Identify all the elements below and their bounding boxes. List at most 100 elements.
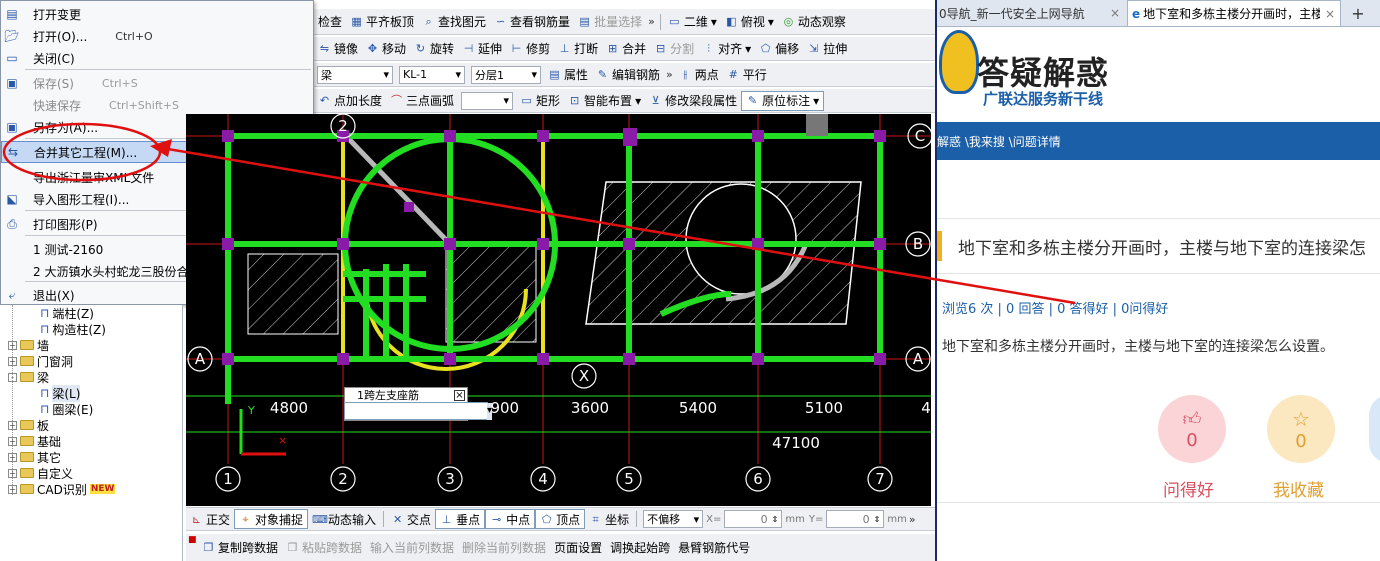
smart-layout-button[interactable]: ⊡ 智能布置 ▾ bbox=[564, 91, 645, 111]
tree-node[interactable]: + CAD识别 NEW bbox=[8, 481, 116, 497]
tree-node[interactable]: + 基础 bbox=[8, 433, 61, 449]
cantilever-code-button[interactable]: 悬臂钢筋代号 bbox=[674, 538, 754, 558]
close-icon[interactable]: ■ bbox=[188, 535, 197, 545]
view-mode-select[interactable]: ◧ 俯视 ▾ bbox=[721, 12, 778, 32]
span-value-input[interactable] bbox=[344, 402, 488, 420]
x-coordinate-input[interactable]: 0 ⇕ bbox=[724, 510, 783, 528]
swap-start-span-button[interactable]: 调换起始跨 bbox=[606, 538, 674, 558]
offset-select[interactable]: 不偏移 ▾ bbox=[643, 510, 704, 528]
chevron-down-icon: ▾ bbox=[745, 41, 752, 56]
find-element-button[interactable]: ⌕ 查找图元 bbox=[418, 12, 490, 32]
tree-node[interactable]: + 板 bbox=[8, 417, 49, 433]
copy-span-data-button[interactable]: ❐ 复制跨数据 bbox=[198, 538, 282, 558]
coordinate-snap[interactable]: ⌗ 坐标 bbox=[585, 509, 633, 529]
dynamic-input-toggle[interactable]: ⌨ 动态输入 bbox=[308, 509, 380, 529]
next-button-partial[interactable] bbox=[1369, 395, 1380, 463]
align-button[interactable]: ⫶ 对齐 ▾ bbox=[698, 39, 755, 59]
point-length-button[interactable]: ↶ 点加长度 bbox=[314, 91, 386, 111]
tree-node[interactable]: ⊓ 梁(L) bbox=[40, 384, 81, 402]
two-point-button[interactable]: ⫲ 两点 bbox=[675, 65, 723, 85]
edit-rebar-button[interactable]: ✎ 编辑钢筋 bbox=[592, 65, 664, 85]
ortho-toggle[interactable]: ⊾ 正交 bbox=[186, 509, 234, 529]
tree-node[interactable]: ⊓ 圈梁(E) bbox=[40, 401, 93, 417]
exit-icon: ⤶ bbox=[8, 287, 16, 302]
tree-node[interactable]: -梁 bbox=[8, 369, 49, 385]
chevron-down-icon[interactable]: ▾ bbox=[487, 403, 493, 420]
tree-node[interactable]: + 门窗洞 bbox=[8, 353, 73, 369]
three-point-arc-button[interactable]: ⌒ 三点画弧 bbox=[386, 91, 458, 111]
parallel-button[interactable]: # 平行 bbox=[723, 65, 771, 85]
arc-option-select[interactable]: ▾ bbox=[461, 91, 514, 110]
batch-select-button[interactable]: ▤ 批量选择 bbox=[574, 12, 646, 32]
logo-subtitle: 广联达服务新干线 bbox=[983, 90, 1104, 108]
tree-node[interactable]: ⊓ 构造柱(Z) bbox=[40, 321, 106, 337]
favorite-button[interactable]: ☆ 0 bbox=[1267, 395, 1335, 463]
dimension-label: 3600 bbox=[571, 399, 609, 417]
tree-node[interactable]: + 自定义 bbox=[8, 465, 73, 481]
stretch-button[interactable]: ⇲ 拉伸 bbox=[803, 39, 851, 59]
perpendicular-snap[interactable]: ⊥ 垂点 bbox=[435, 509, 486, 529]
like-button[interactable]: 👍︎ 0 bbox=[1158, 395, 1226, 463]
orbit-icon: ◎ bbox=[783, 15, 794, 28]
view-rebar-button[interactable]: ∽ 查看钢筋量 bbox=[490, 12, 574, 32]
intersection-snap[interactable]: ✕ 交点 bbox=[387, 509, 435, 529]
mirror-button[interactable]: ⇋ 镜像 bbox=[314, 39, 362, 59]
close-icon[interactable]: × bbox=[1320, 7, 1340, 21]
menu-item-4[interactable]: 快速保存 Ctrl+Shift+S bbox=[1, 94, 313, 116]
page-setup-button[interactable]: 页面设置 bbox=[550, 538, 606, 558]
dimension-label: 5400 bbox=[679, 399, 717, 417]
rectangle-button[interactable]: ▭ 矩形 bbox=[516, 91, 564, 111]
toolbar-overflow-icon[interactable]: » bbox=[646, 15, 657, 28]
paste-icon: ❐ bbox=[287, 541, 298, 554]
tree-node[interactable]: ⊓ 端柱(Z) bbox=[40, 305, 94, 321]
slab-icon: ▦ bbox=[351, 15, 362, 28]
midpoint-snap[interactable]: ⊸ 中点 bbox=[485, 509, 536, 529]
close-icon[interactable]: × bbox=[454, 389, 465, 401]
split-button[interactable]: ⊟ 分割 bbox=[650, 39, 698, 59]
y-coordinate-input[interactable]: 0 ⇕ bbox=[826, 510, 885, 528]
break-button[interactable]: ⊥ 打断 bbox=[554, 39, 602, 59]
element-type-select[interactable]: 梁 ▾ bbox=[317, 65, 393, 84]
check-button[interactable]: 检查 bbox=[314, 12, 346, 32]
tree-node[interactable]: + 其它 bbox=[8, 449, 61, 465]
delete-column-data-button[interactable]: 删除当前列数据 bbox=[458, 538, 550, 558]
toolbar-overflow-icon[interactable]: » bbox=[907, 513, 918, 526]
extend-button[interactable]: ⊣ 延伸 bbox=[458, 39, 506, 59]
attribute-button[interactable]: ▤ 属性 bbox=[544, 65, 592, 85]
tree-node[interactable]: + 墙 bbox=[8, 337, 49, 353]
menu-item-0[interactable]: ▤ 打开变更 bbox=[1, 3, 313, 25]
offset-button[interactable]: ⬠ 偏移 bbox=[755, 39, 803, 59]
merge-button[interactable]: ⊞ 合并 bbox=[602, 39, 650, 59]
element-icon: ⊓ bbox=[40, 386, 50, 400]
cad-drawing[interactable]: × Y 1 2 3 4 5 6 72CA ABX4800 3900 3600 5400 5100 447… bbox=[186, 114, 931, 506]
menu-item-3[interactable]: ▣ 保存(S) Ctrl+S bbox=[1, 72, 313, 94]
browser-tab-question[interactable]: e 地下室和多栋主楼分开画时，主楼 × bbox=[1127, 0, 1341, 26]
move-button[interactable]: ✥ 移动 bbox=[362, 39, 410, 59]
menu-item-1[interactable]: 📂︎ 打开(O)... Ctrl+O bbox=[1, 25, 313, 47]
toolbar-overflow-icon[interactable]: » bbox=[664, 68, 675, 81]
new-tab-button[interactable]: + bbox=[1345, 0, 1371, 26]
rotate-button[interactable]: ↻ 旋转 bbox=[410, 39, 458, 59]
close-icon[interactable]: × bbox=[1105, 6, 1125, 20]
edit-beam-attr-button[interactable]: ⊻ 修改梁段属性 bbox=[645, 91, 741, 111]
floor-select[interactable]: 分层1 ▾ bbox=[471, 65, 541, 84]
object-snap-toggle[interactable]: ⌖ 对象捕捉 bbox=[234, 509, 309, 529]
site-logo[interactable]: 答疑解惑 广联达服务新干线 bbox=[937, 28, 1137, 120]
input-column-data-button[interactable]: 输入当前列数据 bbox=[366, 538, 458, 558]
element-name-select[interactable]: KL-1 ▾ bbox=[399, 65, 465, 84]
axis-bottom-1: 1 bbox=[223, 470, 233, 488]
trim-button[interactable]: ⊢ 修剪 bbox=[506, 39, 554, 59]
element-tree: ⊓ 端柱(Z) ⊓ 构造柱(Z) + 墙 + 门窗洞 - 梁 ⊓ 梁(L) ⊓ 圈梁(E) + 板 + 基础 + 其它… bbox=[0, 305, 183, 561]
paste-span-data-button[interactable]: ❐ 粘贴跨数据 bbox=[282, 538, 366, 558]
span-input-popup[interactable]: 1跨左支座筋 × ▾ bbox=[344, 387, 493, 421]
menu-item-2[interactable]: ▭ 关闭(C) bbox=[1, 47, 313, 69]
tree-node-label: 梁(L) bbox=[52, 384, 81, 402]
dynamic-view-button[interactable]: ◎ 动态观察 bbox=[778, 12, 850, 32]
view-2d-select[interactable]: ▭ 二维 ▾ bbox=[664, 12, 721, 32]
breadcrumb-links[interactable]: 解惑 \我来搜 \问题详情 bbox=[937, 133, 1061, 150]
align-slab-top-button[interactable]: ▦ 平齐板顶 bbox=[346, 12, 418, 32]
in-place-annotation-button[interactable]: ✎ 原位标注 ▾ bbox=[741, 90, 825, 111]
cad-canvas[interactable]: × Y 1 2 3 4 5 6 7 2 C A A B X 4800 3900 3600 5400 5100 4 47… bbox=[186, 114, 931, 506]
browser-tab-nav[interactable]: 0导航_新一代安全上网导航 × bbox=[937, 0, 1125, 26]
vertex-snap[interactable]: ⬠ 顶点 bbox=[535, 509, 586, 529]
